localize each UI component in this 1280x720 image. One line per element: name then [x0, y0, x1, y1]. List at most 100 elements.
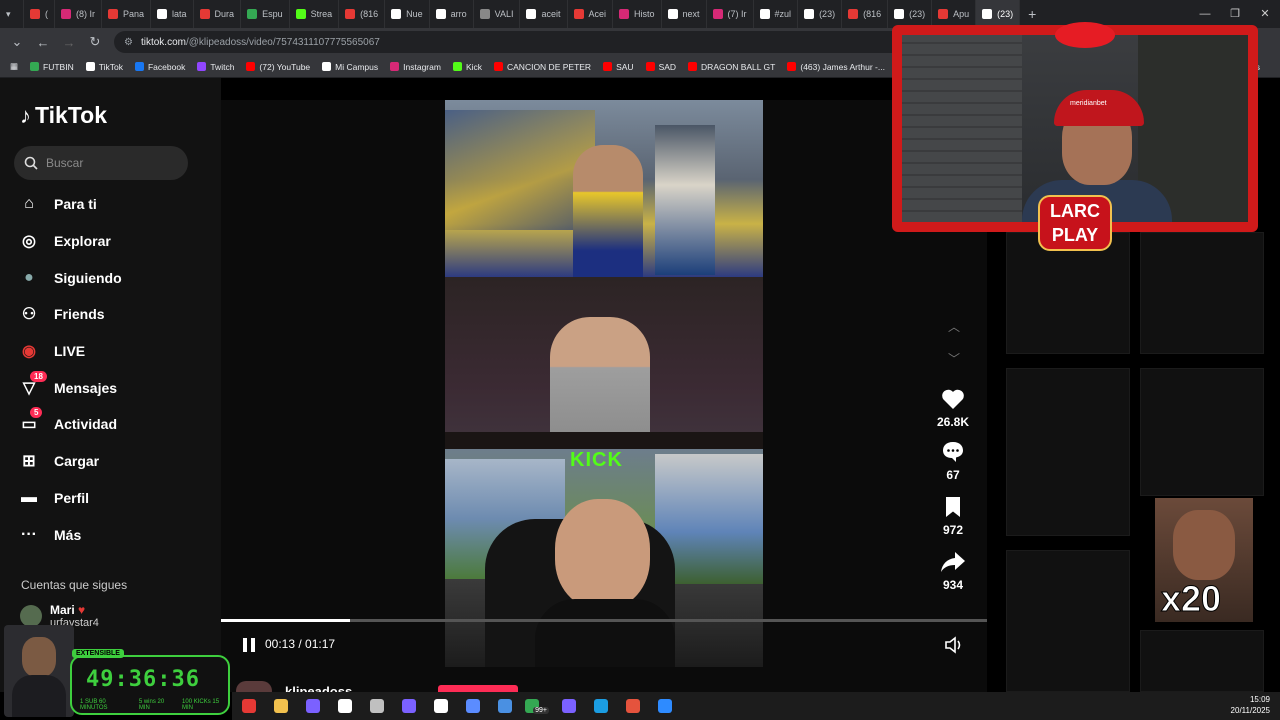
save-button[interactable]: 972 [928, 495, 978, 537]
bookmark-favicon-icon [645, 62, 655, 71]
taskbar-app-icon[interactable] [396, 695, 422, 717]
video-thumbnail[interactable] [1140, 630, 1264, 692]
sidebar-item-cargar[interactable]: ⊞ Cargar [18, 443, 218, 480]
taskbar-app-icon[interactable] [236, 695, 262, 717]
browser-tab[interactable]: (816 [842, 0, 889, 28]
taskbar-app-icon[interactable] [588, 695, 614, 717]
tab-favicon-icon [30, 9, 40, 19]
restore-icon[interactable]: ❐ [1220, 0, 1250, 28]
minimize-icon[interactable]: — [1190, 0, 1220, 28]
video-thumbnail[interactable] [1006, 368, 1130, 536]
browser-tab[interactable]: arro [430, 0, 474, 28]
browser-tab[interactable]: Dura [194, 0, 242, 28]
taskbar-app-icon[interactable] [332, 695, 358, 717]
pause-button[interactable] [240, 636, 258, 654]
tab-list-button[interactable]: ▾ [0, 0, 24, 28]
video-frame[interactable]: KICK [445, 100, 763, 667]
browser-tab[interactable]: (23) [976, 0, 1021, 28]
browser-tab[interactable]: Nue [385, 0, 430, 28]
bookmark-item[interactable]: Instagram [390, 62, 441, 72]
taskbar-app-icon[interactable]: 99+ [524, 695, 550, 717]
share-button[interactable]: 934 [928, 550, 978, 592]
sidebar-item-explorar[interactable]: ◎ Explorar [18, 223, 218, 260]
apps-grid-icon[interactable]: ▦ [10, 61, 18, 72]
bookmark-item[interactable]: (72) YouTube [246, 62, 310, 72]
bookmark-item[interactable]: SAD [645, 62, 676, 72]
browser-tab[interactable]: Histo [613, 0, 662, 28]
browser-tab[interactable]: Strea [290, 0, 340, 28]
video-progress-bar[interactable] [221, 619, 987, 622]
bookmark-item[interactable]: Twitch [197, 62, 234, 72]
taskbar-clock[interactable]: 15:09 20/11/2025 [1231, 694, 1270, 716]
sidebar-item-friends[interactable]: ⚇ Friends [18, 296, 218, 333]
browser-tab[interactable]: Espu [241, 0, 290, 28]
close-window-icon[interactable]: ✕ [1250, 0, 1280, 28]
sidebar-item-mensajes[interactable]: ▽ 18 Mensajes [18, 369, 218, 406]
browser-tab[interactable]: Pana [102, 0, 152, 28]
like-button[interactable]: 26.8K [928, 387, 978, 429]
next-video-icon[interactable]: ﹀ [946, 350, 962, 366]
browser-tab[interactable]: ( [24, 0, 55, 28]
bookmark-item[interactable]: Mi Campus [322, 62, 378, 72]
reload-icon[interactable]: ↻ [88, 34, 102, 50]
account-name: Mari [50, 603, 75, 617]
bookmark-item[interactable]: Facebook [134, 62, 185, 72]
taskbar-app-icon[interactable] [428, 695, 454, 717]
bookmark-item[interactable]: SAU [603, 62, 634, 72]
browser-tab[interactable]: (23) [888, 0, 933, 28]
bookmark-favicon-icon [197, 62, 207, 71]
bookmark-item[interactable]: DRAGON BALL GT [688, 62, 775, 72]
bookmark-item[interactable]: CANCION DE PETER [494, 62, 591, 72]
sidebar-item-label: Más [54, 526, 82, 543]
browser-tab[interactable]: (7) Ir [707, 0, 754, 28]
taskbar-app-icon[interactable] [620, 695, 646, 717]
browser-tab[interactable]: aceit [520, 0, 568, 28]
taskbar-app-icon[interactable] [300, 695, 326, 717]
site-info-icon[interactable]: ⚙ [124, 37, 133, 48]
bookmark-item[interactable]: TikTok [85, 62, 123, 72]
browser-tab[interactable]: (816 [339, 0, 386, 28]
taskbar-app-icon[interactable] [556, 695, 582, 717]
sidebar-item-actividad[interactable]: ▭ 5 Actividad [18, 406, 218, 443]
volume-icon[interactable] [944, 636, 964, 654]
search-input[interactable]: Buscar [14, 146, 188, 180]
video-thumbnail[interactable] [1140, 368, 1264, 496]
bookmark-item[interactable]: Kick [452, 62, 482, 72]
video-thumbnail[interactable] [1006, 550, 1130, 692]
tab-favicon-icon [526, 9, 537, 19]
browser-tab[interactable]: VALI [474, 0, 521, 28]
browser-tab[interactable]: Apu [932, 0, 977, 28]
tab-label: (23) [909, 9, 926, 19]
previous-video-icon[interactable]: ︿ [946, 318, 962, 334]
new-tab-button[interactable]: + [1020, 6, 1044, 22]
browser-tab[interactable]: Acei [568, 0, 614, 28]
taskbar-app-icon[interactable] [652, 695, 678, 717]
tab-label: (816 [360, 9, 379, 19]
bookmark-label: (72) YouTube [259, 61, 311, 72]
browser-tab[interactable]: lata [151, 0, 194, 28]
back-icon[interactable]: ← [36, 35, 50, 50]
browser-tab[interactable]: (23) [798, 0, 843, 28]
video-thumbnail[interactable] [1140, 232, 1264, 354]
bookmark-item[interactable]: (463) James Arthur -... [787, 62, 885, 72]
sidebar-item-siguiendo[interactable]: ● Siguiendo [18, 259, 218, 296]
subathon-overlay: EXTENSIBLE 49:36:36 1 SUB 60 MINUTOS 5 w… [0, 625, 232, 717]
taskbar-app-icon[interactable] [492, 695, 518, 717]
sidebar-item-perfil[interactable]: ▬ Perfil [18, 480, 218, 517]
taskbar-app-icon[interactable] [460, 695, 486, 717]
sidebar-item-ms[interactable]: ··· Más [18, 516, 218, 553]
sidebar-item-live[interactable]: ◉ LIVE [18, 333, 218, 370]
browser-tab[interactable]: next [662, 0, 707, 28]
browser-tab[interactable]: #zul [754, 0, 799, 28]
apps-icon[interactable]: ⌄ [10, 34, 24, 50]
taskbar-app-icon[interactable] [364, 695, 390, 717]
tiktok-logo[interactable]: ♪ TikTok [20, 102, 107, 129]
bookmark-item[interactable]: FUTBIN [30, 62, 74, 72]
browser-tab[interactable]: (8) Ir [55, 0, 102, 28]
sidebar-item-parati[interactable]: ⌂ Para ti [18, 186, 218, 223]
forward-icon[interactable]: → [62, 35, 76, 50]
taskbar-app-icon[interactable] [268, 695, 294, 717]
comment-button[interactable]: 67 [928, 440, 978, 482]
url-field[interactable]: ⚙ tiktok.com/@klipeadoss/video/757431110… [114, 31, 914, 53]
logo-text: TikTok [35, 102, 107, 128]
